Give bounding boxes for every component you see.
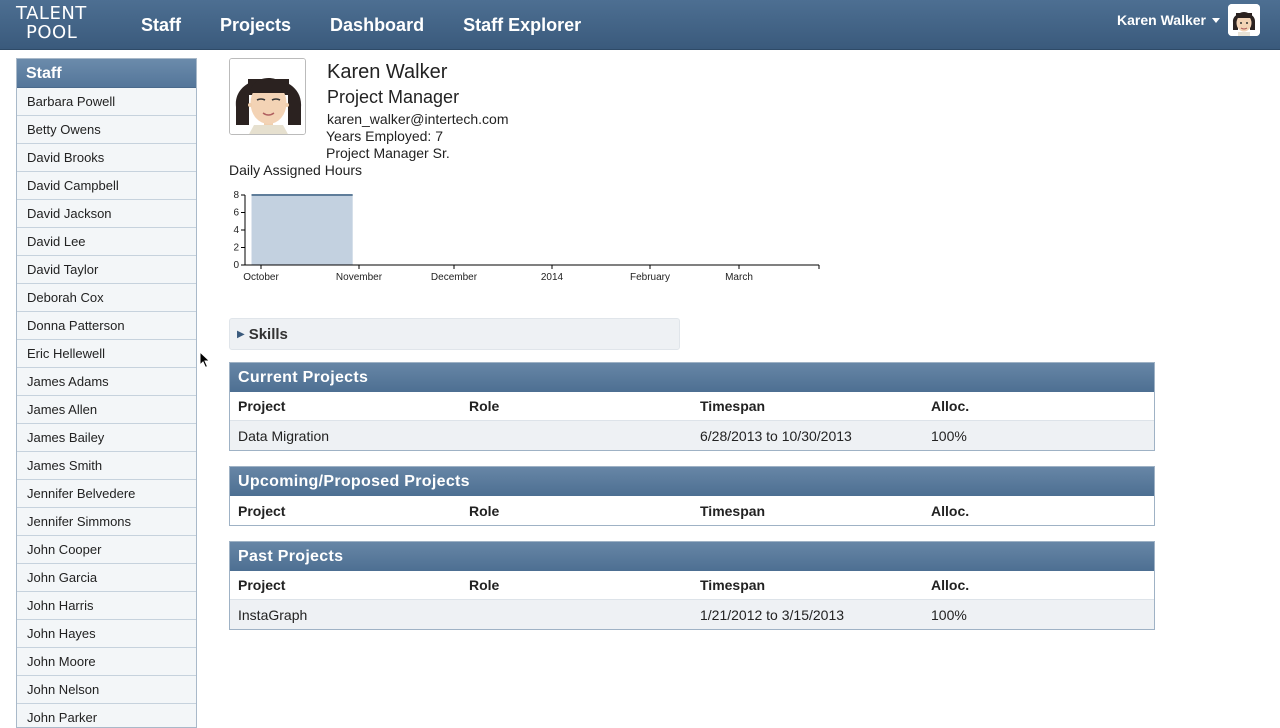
top-navbar: TALENT POOL Staff Projects Dashboard Sta… [0, 0, 1280, 50]
sidebar-item-staff[interactable]: John Moore [17, 648, 196, 676]
current-projects-title: Current Projects [230, 363, 1154, 392]
col-role: Role [469, 502, 500, 519]
nav-staff[interactable]: Staff [141, 15, 181, 36]
cell-project[interactable]: Data Migration [230, 428, 461, 444]
y-tick-label: 0 [233, 260, 239, 271]
talent-pool-logo[interactable]: TALENT POOL [16, 4, 96, 42]
x-tick-label: December [431, 272, 478, 283]
profile-level: Project Manager Sr. [326, 145, 450, 161]
chart-title: Daily Assigned Hours [229, 162, 363, 178]
y-tick-label: 8 [233, 190, 239, 201]
sidebar-item-staff[interactable]: Betty Owens [17, 116, 196, 144]
profile-email[interactable]: karen_walker@intertech.com [327, 111, 509, 127]
x-tick-label: October [243, 272, 279, 283]
sidebar-item-staff[interactable]: John Hayes [17, 620, 196, 648]
table-row[interactable]: Data Migration 6/28/2013 to 10/30/2013 1… [230, 421, 1154, 450]
skills-label: Skills [248, 325, 288, 343]
user-menu[interactable]: Karen Walker [1117, 0, 1260, 40]
skills-toggle[interactable]: ▶ Skills [229, 318, 680, 350]
sidebar-item-staff[interactable]: Donna Patterson [17, 312, 196, 340]
profile-name: Karen Walker [327, 61, 448, 83]
cell-timespan: 1/21/2012 to 3/15/2013 [700, 606, 845, 623]
cell-alloc: 100% [931, 606, 967, 623]
sidebar-item-staff[interactable]: James Smith [17, 452, 196, 480]
mouse-cursor-icon [199, 351, 211, 369]
logo-line-1: TALENT [16, 3, 87, 24]
chart-area [251, 195, 353, 265]
sidebar-item-staff[interactable]: Barbara Powell [17, 88, 196, 116]
x-tick-label: March [725, 272, 753, 283]
nav-dashboard[interactable]: Dashboard [330, 15, 424, 36]
sidebar-item-staff[interactable]: David Jackson [17, 200, 196, 228]
profile-job-title: Project Manager [327, 87, 460, 107]
user-avatar [1228, 4, 1260, 36]
sidebar-item-staff[interactable]: John Nelson [17, 676, 196, 704]
col-timespan: Timespan [700, 502, 766, 519]
past-projects-title: Past Projects [230, 542, 1154, 571]
daily-hours-chart: 0 2 4 6 8 October November December 2014 February… [233, 190, 820, 283]
table-header-row: Project Role Timespan Alloc. [230, 496, 1154, 525]
caret-down-icon [1212, 17, 1220, 23]
cell-alloc: 100% [931, 427, 967, 444]
triangle-right-icon: ▶ [237, 328, 245, 340]
col-alloc: Alloc. [931, 398, 970, 414]
sidebar-item-staff[interactable]: David Campbell [17, 172, 196, 200]
sidebar-item-staff[interactable]: John Harris [17, 592, 196, 620]
main-nav: Staff Projects Dashboard Staff Explorer [141, 0, 620, 50]
user-name: Karen Walker [1117, 12, 1206, 28]
col-project: Project [238, 398, 286, 414]
sidebar-item-staff[interactable]: Jennifer Simmons [17, 508, 196, 536]
table-header-row: Project Role Timespan Alloc. [230, 571, 1154, 600]
cell-timespan: 6/28/2013 to 10/30/2013 [700, 427, 852, 444]
sidebar-item-staff[interactable]: David Lee [17, 228, 196, 256]
past-projects-panel: Past Projects Project Role Timespan Allo… [229, 541, 1155, 630]
y-tick-label: 2 [233, 243, 239, 254]
sidebar-item-staff[interactable]: John Cooper [17, 536, 196, 564]
table-row[interactable]: InstaGraph 1/21/2012 to 3/15/2013 100% [230, 600, 1154, 629]
col-role: Role [469, 577, 500, 593]
sidebar-item-staff[interactable]: John Garcia [17, 564, 196, 592]
current-projects-panel: Current Projects Project Role Timespan A… [229, 362, 1155, 451]
nav-projects[interactable]: Projects [220, 15, 291, 36]
sidebar-item-staff[interactable]: Jennifer Belvedere [17, 480, 196, 508]
y-tick-label: 6 [233, 208, 239, 219]
sidebar-title: Staff [17, 59, 196, 88]
x-tick-label: 2014 [541, 272, 564, 283]
table-header-row: Project Role Timespan Alloc. [230, 392, 1154, 421]
y-tick-label: 4 [233, 225, 239, 236]
profile-years-employed: Years Employed: 7 [326, 128, 443, 144]
sidebar-item-staff[interactable]: Deborah Cox [17, 284, 196, 312]
sidebar-item-staff[interactable]: David Brooks [17, 144, 196, 172]
col-project: Project [238, 577, 286, 593]
sidebar-item-staff[interactable]: James Adams [17, 368, 196, 396]
col-project: Project [238, 502, 286, 519]
staff-list: Barbara Powell Betty Owens David Brooks Dav… [17, 88, 196, 727]
cell-project[interactable]: InstaGraph [230, 607, 461, 623]
sidebar-item-staff[interactable]: James Bailey [17, 424, 196, 452]
sidebar-item-staff[interactable]: James Allen [17, 396, 196, 424]
col-role: Role [469, 398, 500, 414]
col-timespan: Timespan [700, 398, 766, 414]
x-tick-label: November [336, 272, 383, 283]
profile-photo [229, 58, 306, 135]
sidebar-item-staff[interactable]: Eric Hellewell [17, 340, 196, 368]
col-timespan: Timespan [700, 577, 766, 593]
nav-staff-explorer[interactable]: Staff Explorer [463, 15, 581, 36]
sidebar-item-staff[interactable]: David Taylor [17, 256, 196, 284]
x-tick-label: February [630, 272, 670, 283]
upcoming-projects-panel: Upcoming/Proposed Projects Project Role … [229, 466, 1155, 526]
staff-sidebar: Staff Barbara Powell Betty Owens David Bro… [16, 58, 197, 728]
logo-line-2: POOL [26, 22, 78, 43]
upcoming-projects-title: Upcoming/Proposed Projects [230, 467, 1154, 496]
sidebar-item-staff[interactable]: John Parker [17, 704, 196, 727]
col-alloc: Alloc. [931, 502, 970, 519]
col-alloc: Alloc. [931, 577, 970, 593]
